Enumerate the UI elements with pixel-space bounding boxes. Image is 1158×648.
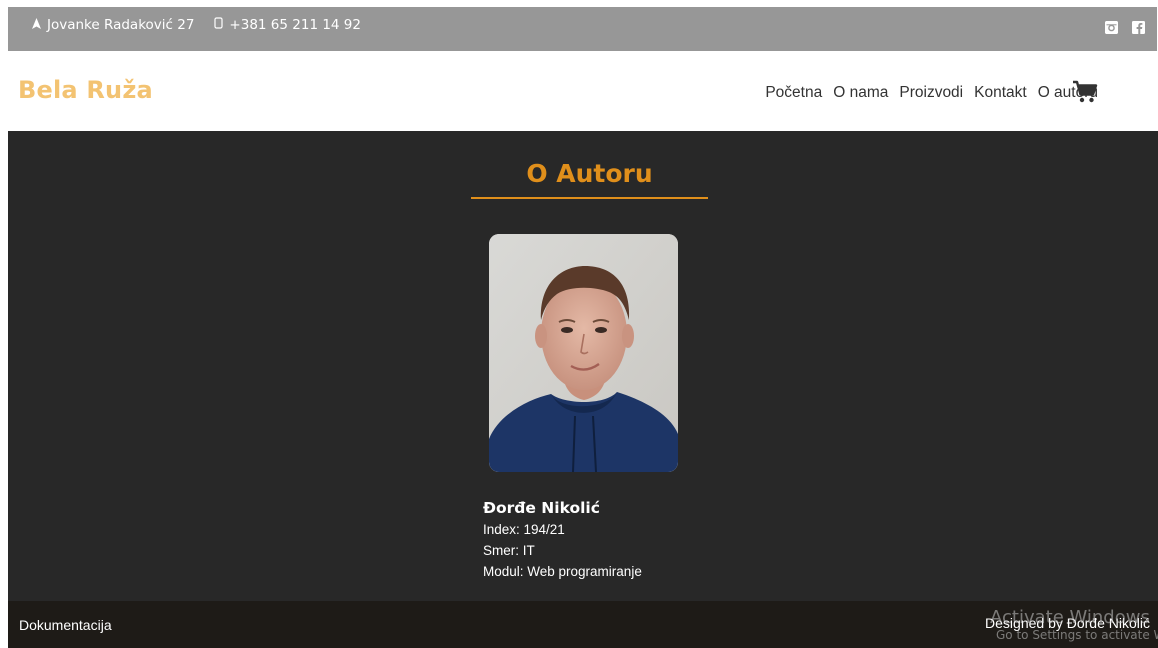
author-module: Modul: Web programiranje: [483, 564, 642, 579]
watermark-title: Activate Windows: [990, 607, 1150, 628]
instagram-icon[interactable]: [1105, 21, 1118, 34]
author-major: Smer: IT: [483, 543, 535, 558]
brand-logo[interactable]: Bela Ruža: [18, 76, 153, 104]
documentation-link[interactable]: Dokumentacija: [19, 617, 112, 633]
facebook-icon[interactable]: [1132, 21, 1145, 34]
nav-item-pocetna[interactable]: Početna: [765, 84, 822, 102]
author-index: Index: 194/21: [483, 522, 565, 537]
social-links: [1105, 21, 1145, 34]
footer: Dokumentacija Designed by Đorđe Nikolić: [8, 601, 1158, 648]
page-title: O Autoru: [526, 159, 653, 188]
author-name: Đorđe Nikolić: [483, 499, 600, 517]
phone-text: +381 65 211 14 92: [229, 17, 361, 33]
phone-icon: [214, 17, 224, 33]
main-content: O Autoru Đorđe Nikolić Index: 194/21 Sme…: [8, 131, 1158, 601]
nav-menu: Početna O nama Proizvodi Kontakt O autor…: [765, 84, 1098, 102]
watermark-subtitle: Go to Settings to activate Windows.: [996, 628, 1158, 642]
activate-windows-watermark: Activate Windows Go to Settings to activ…: [990, 607, 1158, 643]
address-text: Jovanke Radaković 27: [47, 17, 195, 33]
cart-icon[interactable]: [1072, 80, 1098, 104]
author-photo: [489, 234, 678, 472]
page: Jovanke Radaković 27 +381 65 211 14 92 B…: [0, 0, 1158, 648]
nav-item-kontakt[interactable]: Kontakt: [974, 84, 1027, 102]
title-underline: [471, 197, 708, 199]
contact-info: Jovanke Radaković 27 +381 65 211 14 92: [32, 17, 361, 33]
nav-item-proizvodi[interactable]: Proizvodi: [899, 84, 963, 102]
author-info: Đorđe Nikolić Index: 194/21 Smer: IT Mod…: [483, 497, 642, 582]
nav-item-o-nama[interactable]: O nama: [833, 84, 888, 102]
location-icon: [32, 17, 41, 33]
navbar: Bela Ruža Početna O nama Proizvodi Konta…: [0, 51, 1158, 131]
top-info-bar: Jovanke Radaković 27 +381 65 211 14 92: [8, 7, 1157, 51]
